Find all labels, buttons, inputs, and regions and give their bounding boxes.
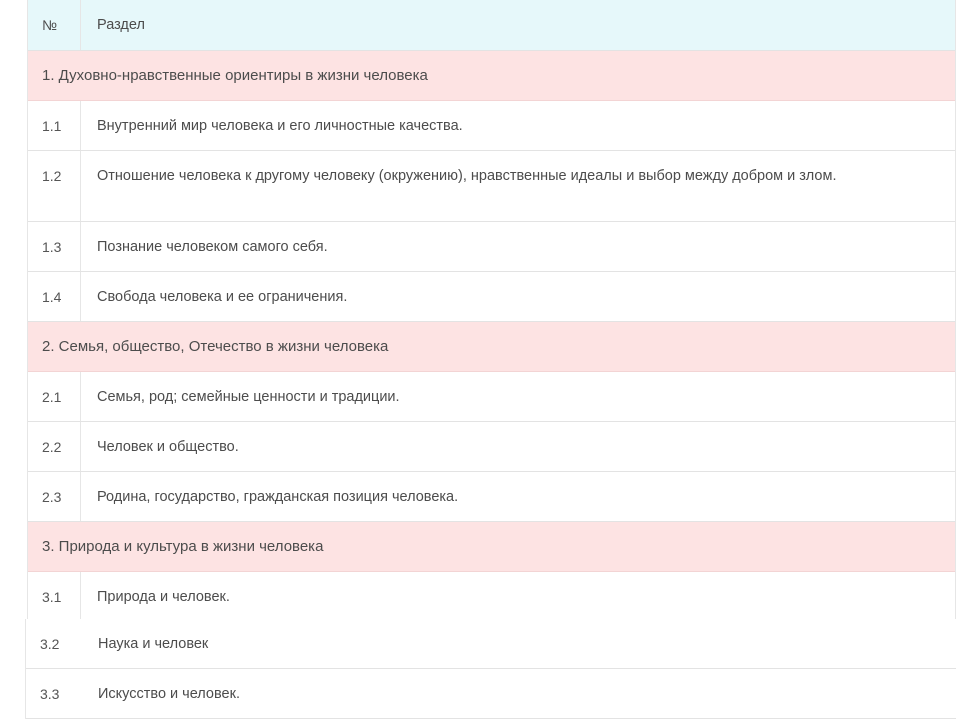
section-title: 2. Семья, общество, Отечество в жизни че… <box>42 338 389 355</box>
table-row: 1.2 Отношение человека к другому человек… <box>28 151 955 222</box>
table-row: 3.1 Природа и человек. <box>28 572 955 622</box>
row-number: 1.2 <box>28 151 81 221</box>
row-text: Наука и человек <box>98 636 209 652</box>
section-row: 2. Семья, общество, Отечество в жизни че… <box>28 322 955 372</box>
table-row: 2.3 Родина, государство, гражданская поз… <box>28 472 955 522</box>
section-row: 3. Природа и культура в жизни человека <box>28 522 955 572</box>
row-number: 1.4 <box>28 272 81 321</box>
table-header: № Раздел <box>28 0 955 51</box>
row-number: 3.1 <box>28 572 81 621</box>
row-text: Искусство и человек. <box>98 686 240 702</box>
table-row: 2.2 Человек и общество. <box>28 422 955 472</box>
table-row: 1.3 Познание человеком самого себя. <box>28 222 955 272</box>
row-number: 2.1 <box>28 372 81 421</box>
row-text: Природа и человек. <box>97 589 230 605</box>
section-title: 3. Природа и культура в жизни человека <box>42 538 324 555</box>
row-number: 3.3 <box>40 686 60 702</box>
row-text: Родина, государство, гражданская позиция… <box>97 489 459 505</box>
table-row: 1.1 Внутренний мир человека и его личнос… <box>28 101 955 151</box>
table-row: 3.3 Искусство и человек. <box>26 669 956 719</box>
row-text: Внутренний мир человека и его личностные… <box>97 118 463 134</box>
row-number: 2.2 <box>28 422 81 471</box>
row-text: Человек и общество. <box>97 439 239 455</box>
sections-table-continuation: 3.2 Наука и человек 3.3 Искусство и чело… <box>25 619 956 719</box>
row-number: 2.3 <box>28 472 81 521</box>
header-section: Раздел <box>97 17 145 33</box>
row-text: Свобода человека и ее ограничения. <box>97 289 348 305</box>
row-number: 1.3 <box>28 222 81 271</box>
row-text: Познание человеком самого себя. <box>97 239 328 255</box>
table-row: 3.2 Наука и человек <box>26 619 956 669</box>
sections-table: № Раздел 1. Духовно-нравственные ориенти… <box>27 0 956 622</box>
row-text: Семья, род; семейные ценности и традиции… <box>97 389 400 405</box>
row-text: Отношение человека к другому человеку (о… <box>97 168 837 184</box>
row-number: 3.2 <box>40 636 60 652</box>
header-number: № <box>28 0 81 50</box>
section-row: 1. Духовно-нравственные ориентиры в жизн… <box>28 51 955 101</box>
row-number: 1.1 <box>28 101 81 150</box>
table-row: 2.1 Семья, род; семейные ценности и трад… <box>28 372 955 422</box>
section-title: 1. Духовно-нравственные ориентиры в жизн… <box>42 67 428 84</box>
table-row: 1.4 Свобода человека и ее ограничения. <box>28 272 955 322</box>
